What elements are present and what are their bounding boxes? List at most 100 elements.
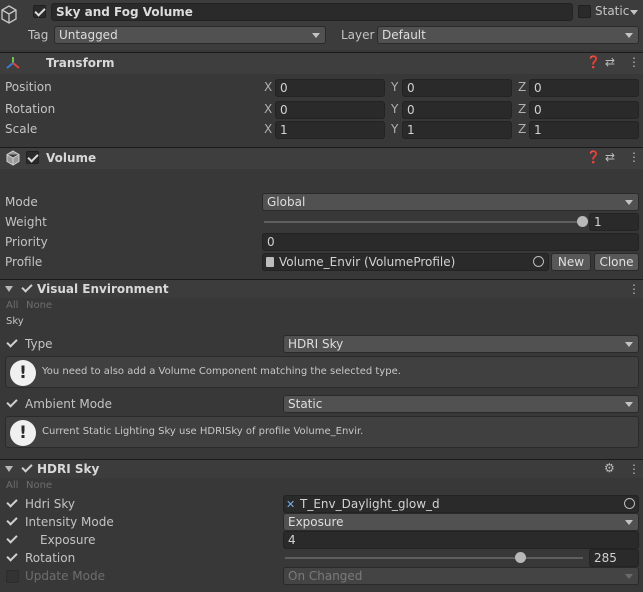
rotation-slider-thumb[interactable] bbox=[515, 552, 527, 563]
exposure-label: Exposure bbox=[40, 533, 96, 547]
rotation-slider-track[interactable] bbox=[285, 557, 583, 559]
kebab-menu-icon[interactable]: ⋮ bbox=[628, 150, 640, 164]
help-icon[interactable]: ❓ bbox=[586, 55, 601, 69]
ambient-mode-value: Static bbox=[288, 397, 323, 411]
hdri-sky-toggle[interactable] bbox=[21, 462, 34, 475]
rotation-field[interactable]: 285 bbox=[589, 549, 639, 567]
sky-type-dropdown[interactable]: HDRI Sky bbox=[283, 335, 639, 353]
warning-icon: ! bbox=[10, 360, 36, 386]
weight-label: Weight bbox=[5, 215, 47, 229]
none-link[interactable]: None bbox=[26, 480, 52, 491]
position-x-field[interactable]: 0 bbox=[275, 79, 385, 97]
rotation-label: Rotation bbox=[25, 551, 76, 565]
exposure-field[interactable]: 4 bbox=[283, 531, 639, 549]
kebab-menu-icon[interactable]: ⋮ bbox=[628, 55, 640, 69]
axis-z: Z bbox=[518, 102, 527, 116]
active-toggle[interactable] bbox=[33, 5, 46, 18]
hdri-sky-label: Hdri Sky bbox=[25, 497, 75, 511]
rotation-z-field[interactable]: 0 bbox=[529, 101, 639, 119]
help-message: You need to also add a Volume Component … bbox=[42, 366, 401, 377]
intensity-override-toggle[interactable] bbox=[6, 515, 19, 528]
weight-slider-track[interactable] bbox=[264, 221, 582, 223]
visual-environment-toggle[interactable] bbox=[21, 282, 34, 295]
exposure-override-toggle[interactable] bbox=[6, 533, 19, 546]
preset-icon[interactable]: ⇄ bbox=[605, 55, 615, 69]
help-message: Current Static Lighting Sky use HDRISky … bbox=[42, 426, 364, 437]
layer-dropdown[interactable]: Default bbox=[377, 26, 639, 44]
settings-gear-icon[interactable]: ⚙ bbox=[604, 461, 615, 475]
all-link[interactable]: All bbox=[6, 300, 18, 311]
object-picker-icon[interactable] bbox=[533, 256, 544, 267]
none-link[interactable]: None bbox=[26, 300, 52, 311]
weight-slider-thumb[interactable] bbox=[577, 216, 588, 227]
scale-x-field[interactable]: 1 bbox=[275, 121, 385, 139]
foldout-arrow-icon[interactable] bbox=[5, 286, 13, 292]
profile-label: Profile bbox=[5, 255, 43, 269]
hdri-override-toggle[interactable] bbox=[6, 497, 19, 510]
hdri-texture-field[interactable]: T_Env_Daylight_glow_d bbox=[283, 495, 639, 513]
help-icon[interactable]: ❓ bbox=[586, 150, 601, 164]
ambient-mode-label: Ambient Mode bbox=[25, 397, 113, 411]
axis-z: Z bbox=[518, 80, 527, 94]
chevron-down-icon bbox=[312, 33, 320, 38]
mode-label: Mode bbox=[5, 195, 38, 209]
static-dropdown-arrow[interactable] bbox=[630, 10, 638, 15]
update-mode-dropdown[interactable]: On Changed bbox=[283, 567, 639, 585]
profile-value: Volume_Envir (VolumeProfile) bbox=[279, 255, 456, 269]
rotation-y-field[interactable]: 0 bbox=[402, 101, 512, 119]
position-z-field[interactable]: 0 bbox=[529, 79, 639, 97]
all-link[interactable]: All bbox=[6, 480, 18, 491]
chevron-down-icon bbox=[625, 574, 633, 579]
scale-y-field[interactable]: 1 bbox=[402, 121, 512, 139]
new-button[interactable]: New bbox=[551, 253, 591, 271]
ambient-override-toggle[interactable] bbox=[6, 397, 19, 410]
position-y-field[interactable]: 0 bbox=[402, 79, 512, 97]
type-override-toggle[interactable] bbox=[6, 337, 19, 350]
profile-object-field[interactable]: Volume_Envir (VolumeProfile) bbox=[262, 253, 549, 271]
object-name-field[interactable]: Sky and Fog Volume bbox=[51, 3, 573, 21]
chevron-down-icon bbox=[625, 33, 633, 38]
object-picker-icon[interactable] bbox=[624, 498, 635, 509]
volume-header[interactable] bbox=[0, 147, 643, 169]
layer-value: Default bbox=[382, 28, 426, 42]
scale-label: Scale bbox=[5, 122, 38, 136]
transform-axes-icon bbox=[6, 57, 20, 69]
static-label: Static bbox=[595, 4, 630, 18]
rotation-override-toggle[interactable] bbox=[6, 551, 19, 564]
chevron-down-icon bbox=[625, 342, 633, 347]
scale-z-field[interactable]: 1 bbox=[529, 121, 639, 139]
weight-field[interactable]: 1 bbox=[589, 213, 639, 231]
foldout-arrow-icon[interactable] bbox=[5, 466, 13, 472]
rotation-label: Rotation bbox=[5, 102, 56, 116]
warning-icon: ! bbox=[10, 420, 36, 446]
chevron-down-icon bbox=[625, 520, 633, 525]
chevron-down-icon bbox=[625, 402, 633, 407]
kebab-menu-icon[interactable]: ⋮ bbox=[628, 462, 640, 476]
texture-icon: ✕ bbox=[286, 498, 296, 511]
rotation-x-field[interactable]: 0 bbox=[275, 101, 385, 119]
sky-type-value: HDRI Sky bbox=[288, 337, 344, 351]
kebab-menu-icon[interactable]: ⋮ bbox=[628, 282, 640, 296]
priority-field[interactable]: 0 bbox=[262, 233, 639, 251]
chevron-down-icon bbox=[625, 200, 633, 205]
profile-asset-icon bbox=[266, 257, 274, 267]
intensity-mode-value: Exposure bbox=[288, 515, 344, 529]
volume-enabled-toggle[interactable] bbox=[26, 151, 39, 164]
axis-z: Z bbox=[518, 122, 527, 136]
intensity-mode-dropdown[interactable]: Exposure bbox=[283, 513, 639, 531]
volume-title: Volume bbox=[46, 151, 97, 165]
gameobject-cube-icon bbox=[1, 5, 17, 24]
sky-section-label: Sky bbox=[6, 316, 24, 327]
clone-button[interactable]: Clone bbox=[594, 253, 639, 271]
update-mode-override-toggle[interactable] bbox=[6, 570, 19, 583]
tag-dropdown[interactable]: Untagged bbox=[54, 26, 326, 44]
update-mode-label: Update Mode bbox=[25, 569, 105, 583]
ambient-mode-dropdown[interactable]: Static bbox=[283, 395, 639, 413]
intensity-mode-label: Intensity Mode bbox=[25, 515, 114, 529]
static-toggle[interactable] bbox=[578, 5, 591, 18]
axis-y: Y bbox=[391, 122, 399, 136]
mode-dropdown[interactable]: Global bbox=[262, 193, 639, 211]
type-label: Type bbox=[25, 337, 53, 351]
tag-label: Tag bbox=[28, 28, 49, 42]
preset-icon[interactable]: ⇄ bbox=[605, 150, 615, 164]
